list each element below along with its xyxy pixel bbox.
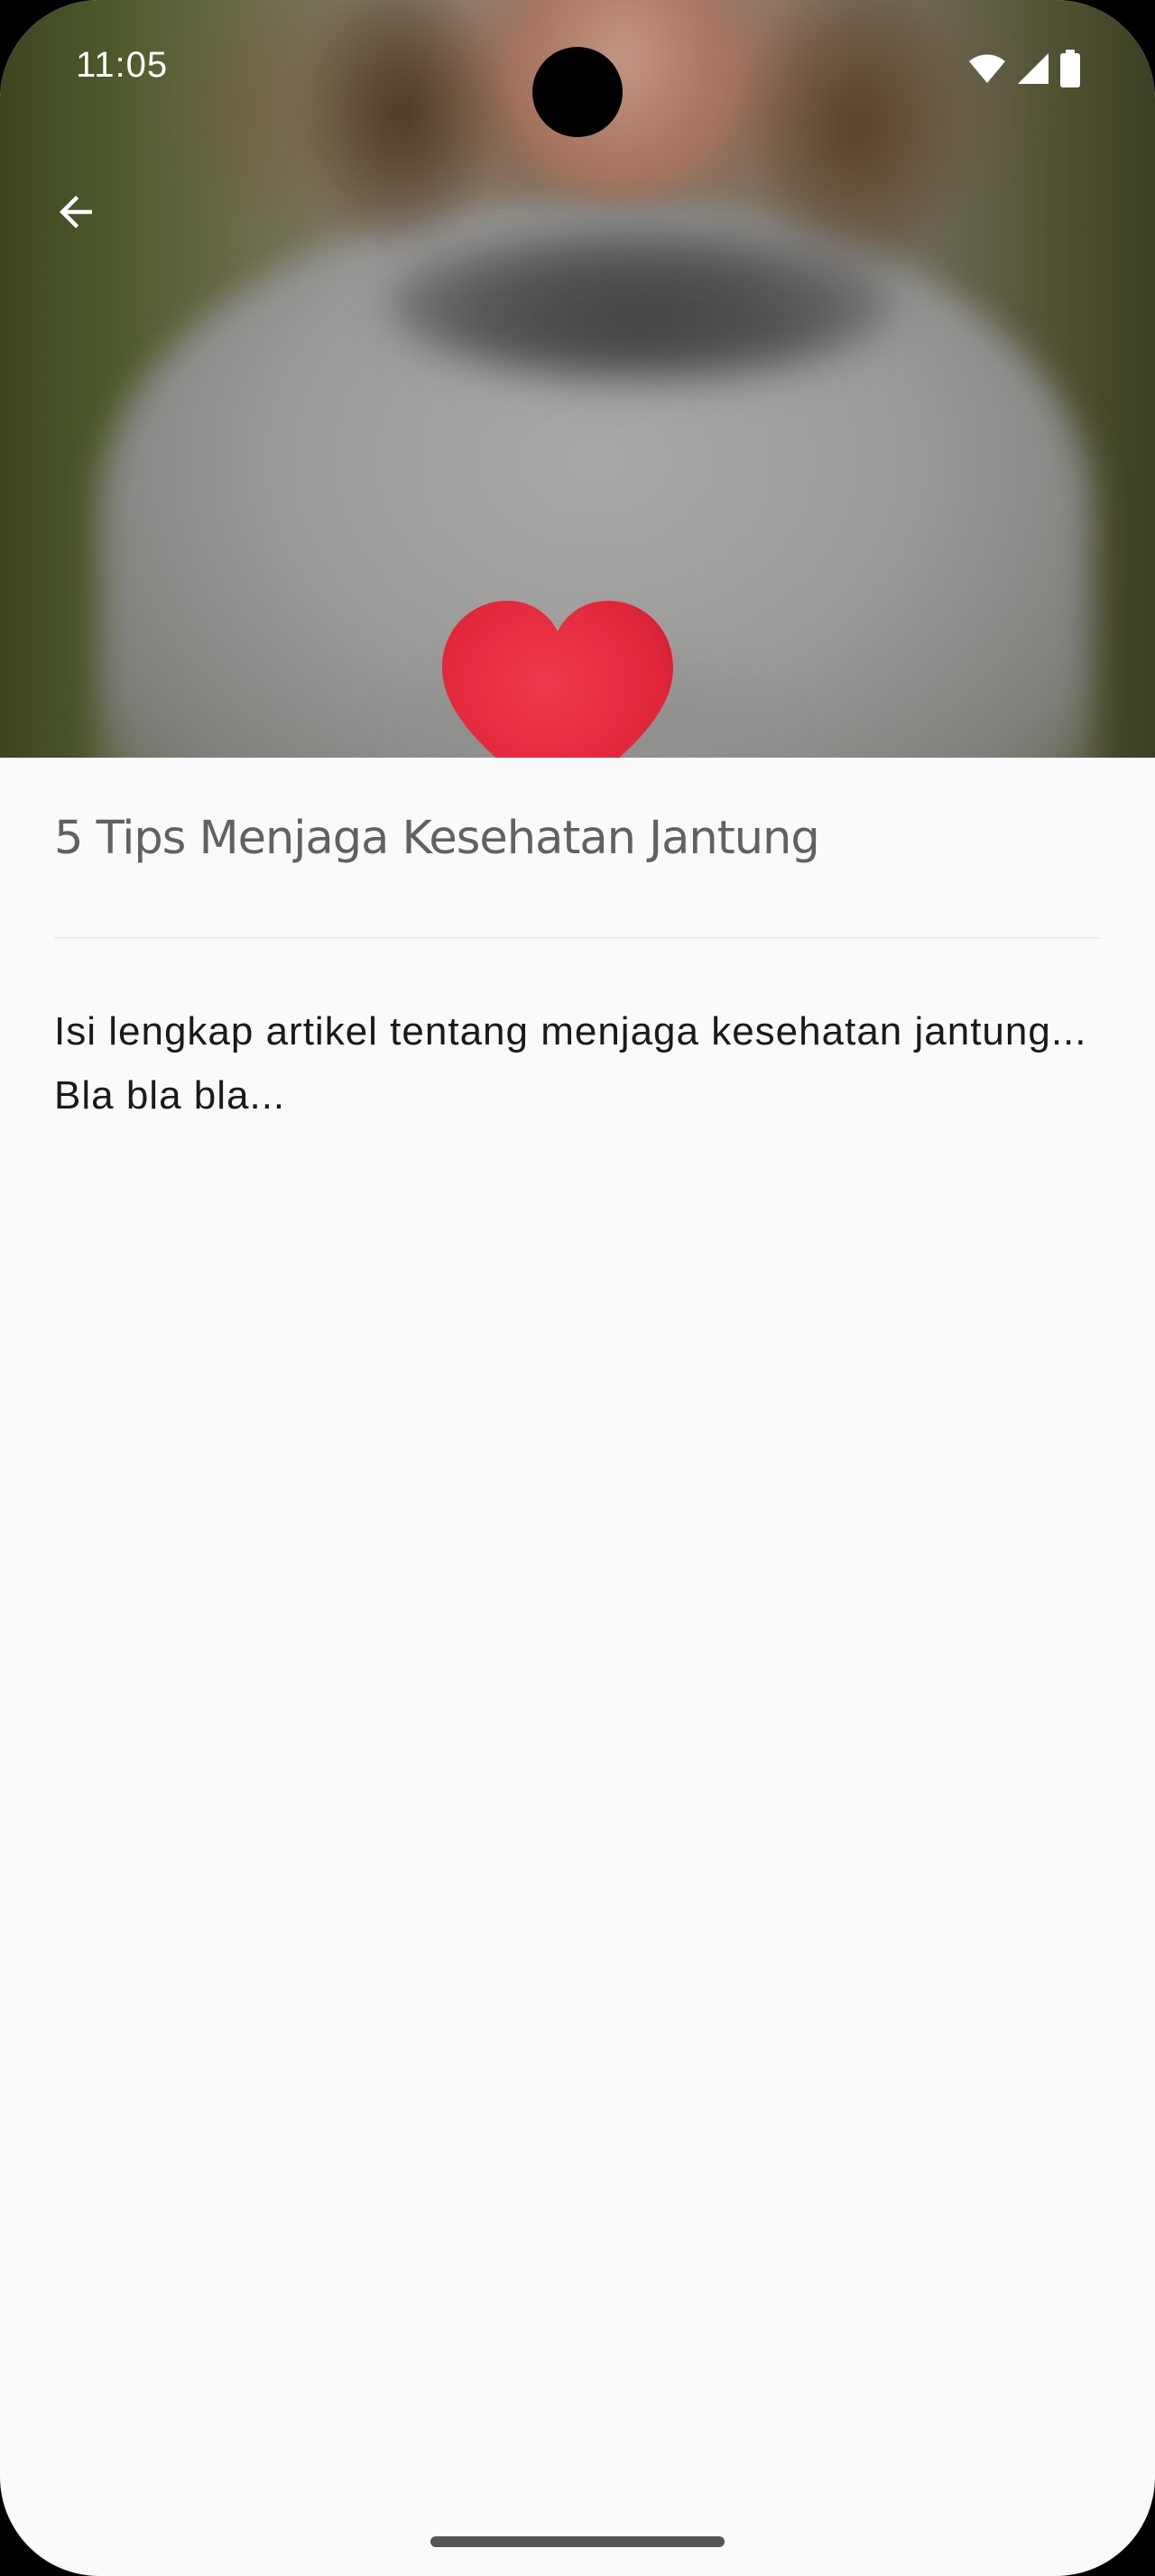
article-body: Isi lengkap artikel tentang menjaga kese… — [54, 1009, 1087, 1118]
wifi-icon — [969, 54, 1005, 83]
camera-cutout — [532, 47, 623, 137]
heart-icon — [442, 601, 673, 758]
arrow-back-icon — [60, 196, 92, 228]
status-time: 11:05 — [76, 45, 169, 85]
article-title: 5 Tips Menjaga Kesehatan Jantung — [54, 812, 820, 865]
cellular-signal-icon — [1018, 53, 1049, 84]
battery-icon — [1060, 50, 1080, 87]
status-bar: 11:05 — [0, 0, 1155, 137]
hero-collar — [388, 225, 893, 379]
title-divider — [54, 937, 1101, 939]
home-indicator[interactable] — [430, 2536, 725, 2547]
app-screen: 11:05 5 Tips Menjaga Kesehatan Jantung I… — [0, 0, 1155, 2576]
back-button[interactable] — [40, 176, 112, 248]
status-icons — [967, 50, 1081, 87]
